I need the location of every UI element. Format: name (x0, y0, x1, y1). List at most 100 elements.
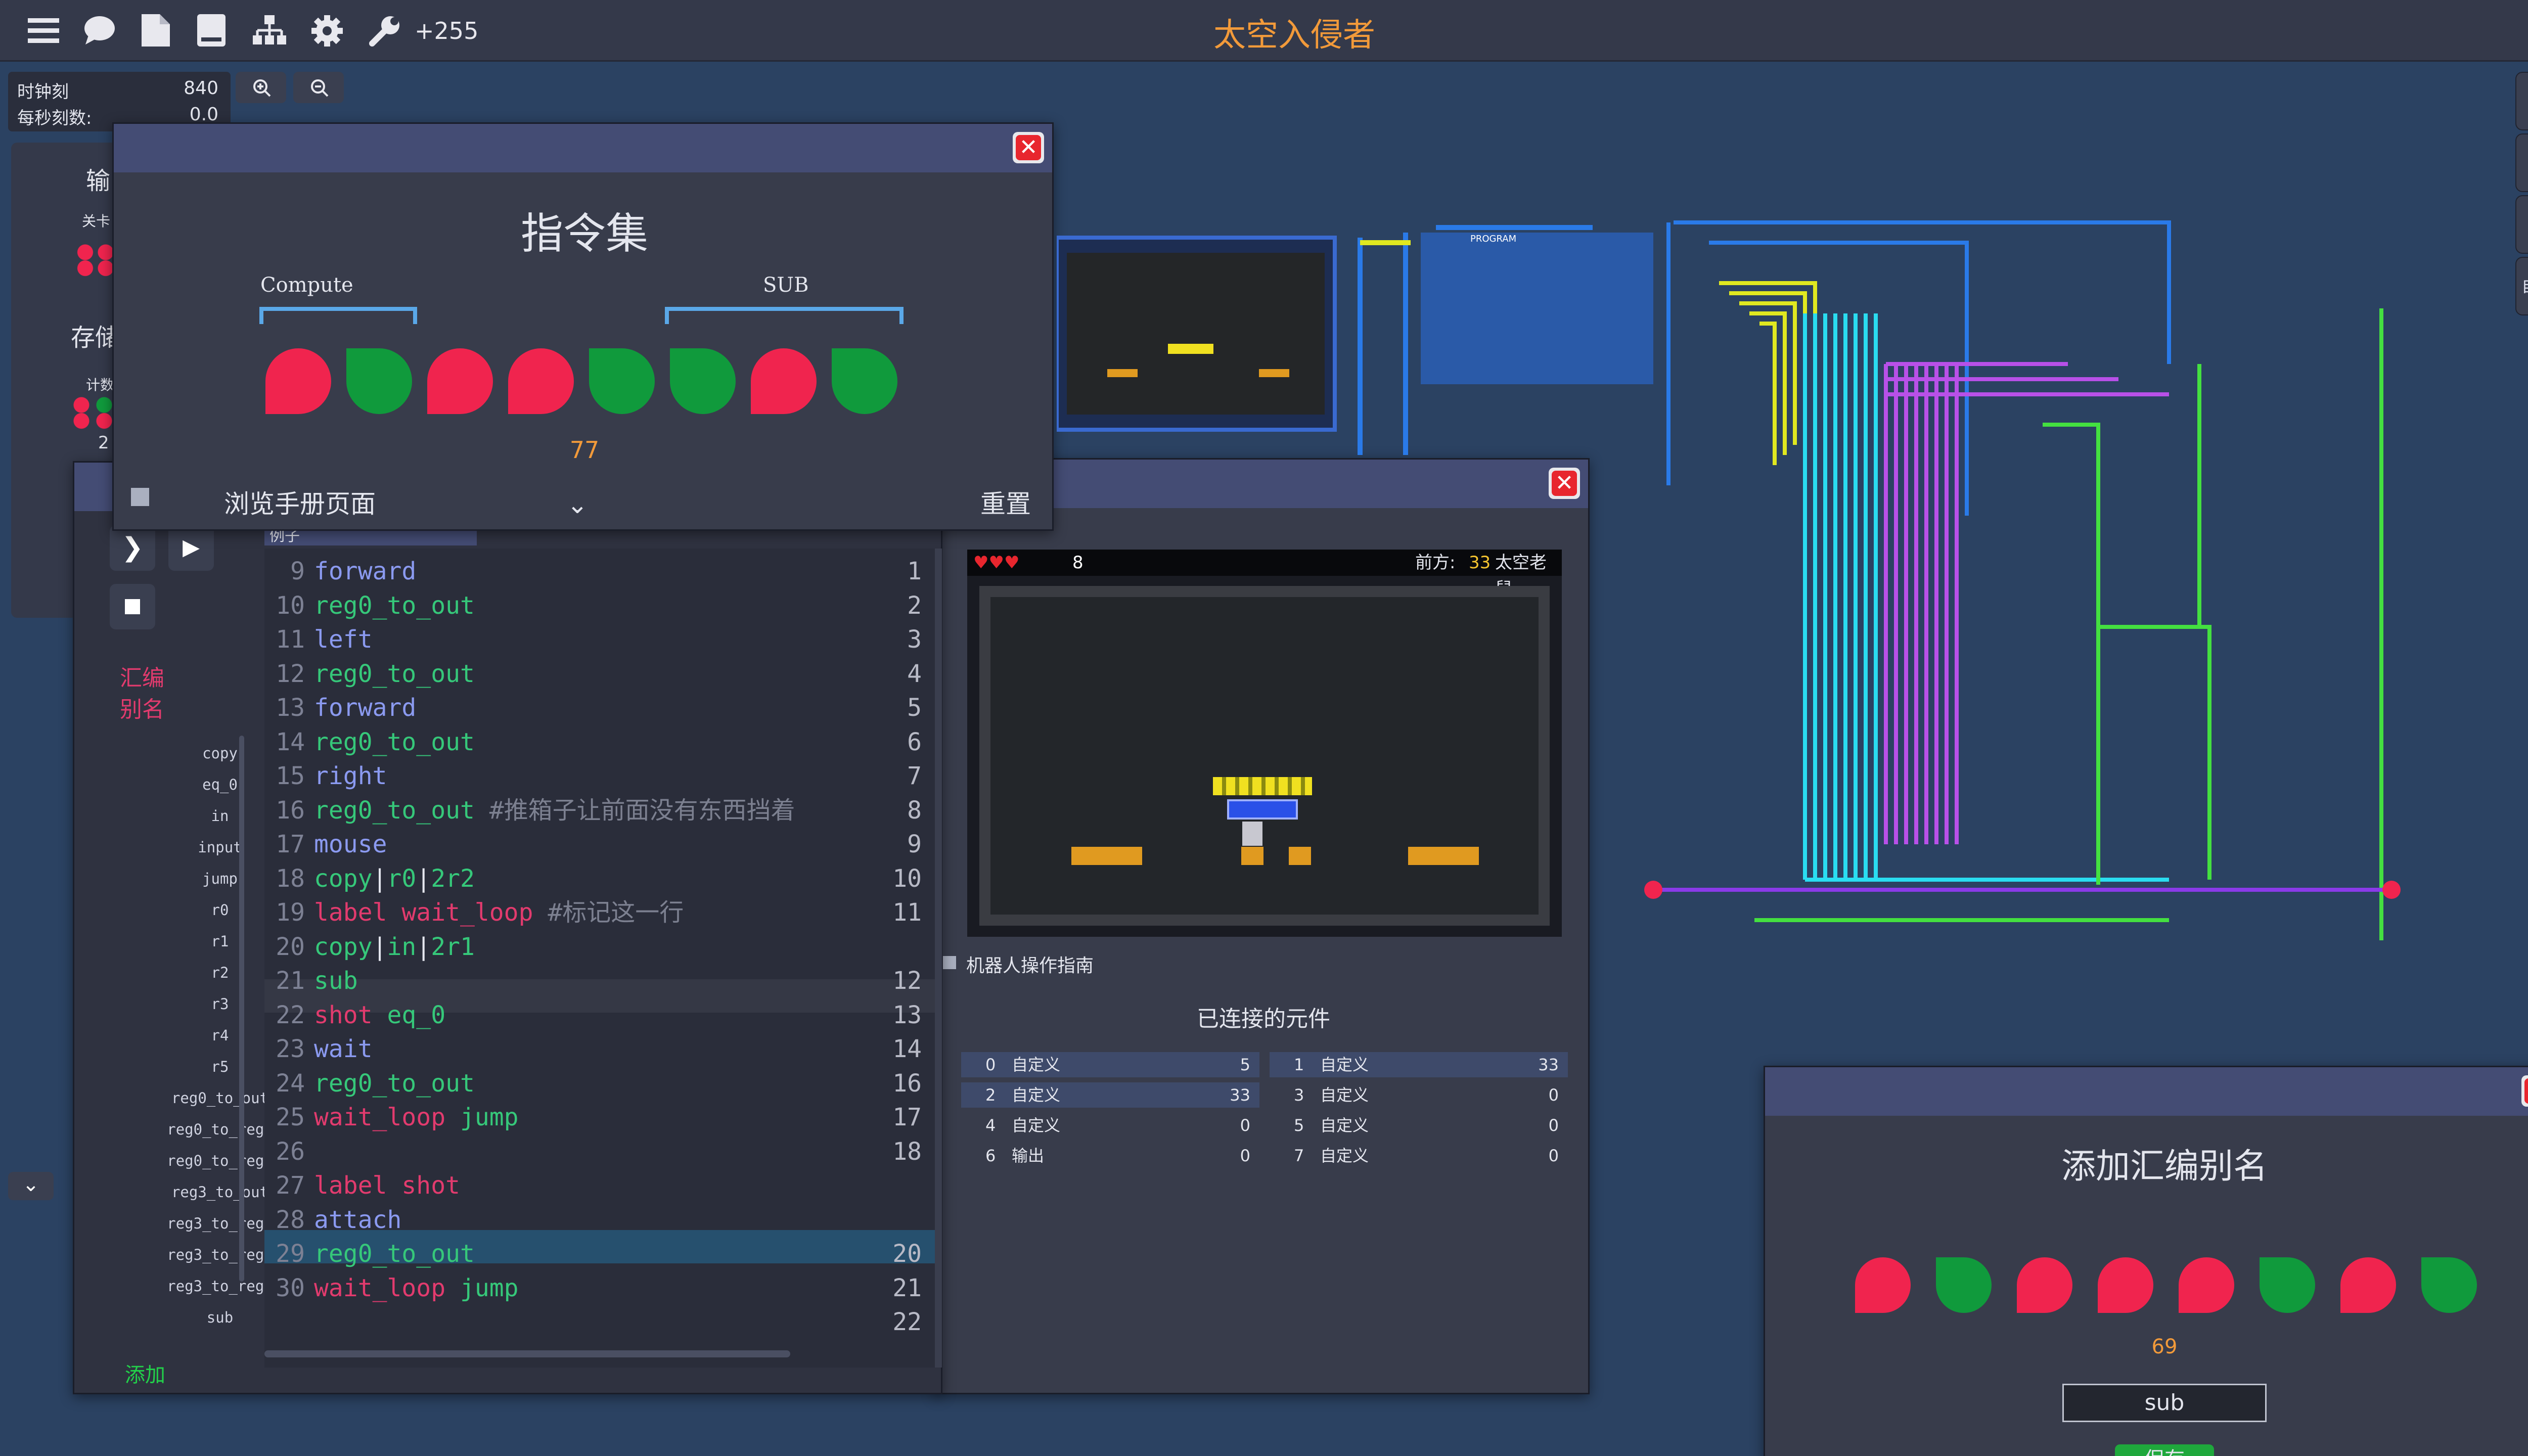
collapse-chevron-icon[interactable]: ⌄ (567, 490, 588, 519)
close-instr-button[interactable]: ✕ (1013, 132, 1044, 163)
chat-icon[interactable] (83, 15, 116, 46)
bit-0[interactable] (265, 348, 331, 414)
code-line[interactable]: 14 reg0_to_out 6 (264, 725, 937, 759)
alias-item[interactable]: sub (159, 1309, 281, 1326)
count-small-label: 计数 (86, 377, 115, 393)
reset-button[interactable]: 重置 (980, 484, 1031, 520)
code-line[interactable]: 13 forward 5 (264, 691, 937, 724)
alias-item[interactable]: input (159, 839, 281, 856)
code-line[interactable]: 21 sub 12 (264, 964, 937, 997)
code-scroll-h[interactable] (264, 1350, 790, 1357)
alias-item[interactable]: r2 (159, 964, 281, 981)
alias-save-button[interactable]: 保存 (2115, 1444, 2214, 1456)
hierarchy-icon[interactable] (253, 15, 286, 46)
clock-label: 时钟刻 (17, 82, 69, 102)
alias-item[interactable]: in (159, 807, 281, 825)
alias-item[interactable]: r4 (159, 1027, 281, 1044)
book-icon[interactable] (197, 14, 225, 47)
asm-label: 汇编 (120, 665, 164, 691)
alias-bit-6[interactable] (2340, 1257, 2396, 1313)
code-line[interactable]: 18 copy|r0|2r2 10 (264, 862, 937, 895)
connected-component[interactable]: 3 自定义 0 (1270, 1082, 1568, 1108)
alias-item[interactable]: reg0_to_reg1 (159, 1121, 281, 1138)
component-io-button[interactable]: IO (2515, 195, 2528, 254)
component-1bit-button[interactable]: 1 位 (2515, 72, 2528, 130)
code-line[interactable]: 12 reg0_to_out 4 (264, 657, 937, 691)
zoom-out-button[interactable] (293, 72, 344, 103)
code-line[interactable]: 17 mouse 9 (264, 828, 937, 861)
stop-button[interactable] (110, 584, 155, 629)
bit-5[interactable] (670, 348, 736, 414)
connected-component[interactable]: 4 自定义 0 (961, 1113, 1259, 1138)
alias-bit-5[interactable] (2260, 1257, 2315, 1313)
code-line[interactable]: 10 reg0_to_out 2 (264, 589, 937, 622)
code-line[interactable]: 25 wait_loop jump 17 (264, 1101, 937, 1134)
bit-2[interactable] (427, 348, 493, 414)
close-icon: ✕ (1016, 135, 1041, 160)
code-line[interactable]: 30 wait_loop jump 21 (264, 1271, 937, 1305)
code-line[interactable]: 29 reg0_to_out 20 (264, 1237, 937, 1270)
code-line[interactable]: 22 shot eq_0 13 (264, 998, 937, 1032)
alias-item[interactable]: copy (159, 745, 281, 762)
alias-item[interactable]: reg0_to_out (159, 1089, 281, 1107)
close-alias-dialog-button[interactable]: ✕ (2521, 1075, 2528, 1107)
code-line[interactable]: 19 label wait_loop #标记这一行 11 (264, 896, 937, 929)
component-custom-button[interactable]: 自定义 (2515, 257, 2528, 315)
code-line[interactable]: 22 (264, 1305, 937, 1339)
connected-component[interactable]: 5 自定义 0 (1270, 1113, 1568, 1138)
menu-icon[interactable] (28, 17, 59, 43)
code-line[interactable]: 20 copy|in|2r1 (264, 930, 937, 964)
code-line[interactable]: 15 right 7 (264, 759, 937, 793)
collapse-left-button[interactable]: ⌄ (8, 1172, 54, 1200)
add-alias-button[interactable]: 添加 (125, 1358, 165, 1388)
file-icon[interactable] (142, 14, 170, 47)
browse-checkbox[interactable] (131, 488, 149, 506)
gear-icon[interactable] (311, 15, 343, 47)
zoom-in-button[interactable] (236, 72, 286, 103)
alias-item[interactable]: eq_0 (159, 776, 281, 793)
alias-item[interactable]: r3 (159, 995, 281, 1013)
alias-item[interactable]: r0 (159, 901, 281, 919)
alias-bit-3[interactable] (2098, 1257, 2153, 1313)
alias-item[interactable]: reg3_to_reg0 (159, 1215, 281, 1232)
alias-bit-4[interactable] (2179, 1257, 2234, 1313)
bit-7[interactable] (832, 348, 897, 414)
code-line[interactable]: 24 reg0_to_out 16 (264, 1067, 937, 1100)
bit-3[interactable] (508, 348, 574, 414)
code-line[interactable]: 16 reg0_to_out #推箱子让前面没有东西挡着 8 (264, 794, 937, 827)
component-8bit-button[interactable]: 8 位 (2515, 133, 2528, 192)
connected-component[interactable]: 7 自定义 0 (1270, 1143, 1568, 1168)
bit-4[interactable] (589, 348, 655, 414)
code-line[interactable]: 27 label shot (264, 1169, 937, 1202)
alias-item[interactable]: r1 (159, 933, 281, 950)
code-line[interactable]: 9 forward 1 (264, 555, 937, 588)
alias-item[interactable]: jump (159, 870, 281, 887)
code-line[interactable]: 23 wait 14 (264, 1032, 937, 1066)
step-button[interactable]: ❯ (110, 525, 155, 571)
guide-checkbox[interactable] (943, 956, 956, 969)
line-number: 16 (276, 796, 305, 825)
connected-component[interactable]: 1 自定义 33 (1270, 1052, 1568, 1077)
alias-bit-2[interactable] (2017, 1257, 2072, 1313)
alias-bit-0[interactable] (1855, 1257, 1911, 1313)
alias-item[interactable]: reg0_to_reg2 (159, 1152, 281, 1169)
code-line[interactable]: 11 left 3 (264, 623, 937, 656)
wrench-icon[interactable] (369, 15, 400, 47)
play-button[interactable]: ▶ (168, 525, 214, 571)
code-line[interactable]: 28 attach (264, 1203, 937, 1237)
alias-bit-7[interactable] (2421, 1257, 2477, 1313)
connected-component[interactable]: 0 自定义 5 (961, 1052, 1259, 1077)
alias-item[interactable]: r5 (159, 1058, 281, 1075)
alias-item[interactable]: reg3_to_out (159, 1184, 281, 1201)
address-number: 17 (892, 1103, 922, 1131)
alias-scrollbar[interactable] (239, 736, 244, 1282)
connected-component[interactable]: 2 自定义 33 (961, 1082, 1259, 1108)
code-line[interactable]: 26 18 (264, 1135, 937, 1168)
alias-bit-1[interactable] (1936, 1257, 1992, 1313)
bit-1[interactable] (346, 348, 412, 414)
connected-component[interactable]: 6 输出 0 (961, 1143, 1259, 1168)
alias-item[interactable]: reg3_to_reg2 (159, 1278, 281, 1295)
alias-name-input[interactable]: sub (2062, 1384, 2267, 1422)
alias-item[interactable]: reg3_to_reg1 (159, 1246, 281, 1263)
bit-6[interactable] (751, 348, 817, 414)
